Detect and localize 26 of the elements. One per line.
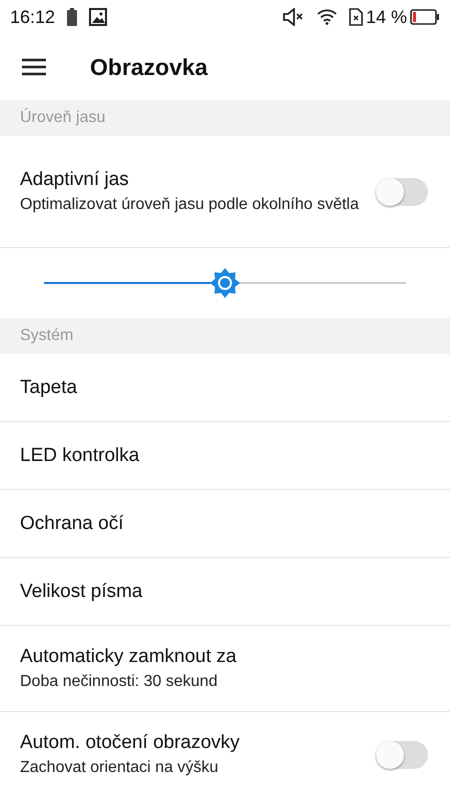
- battery-icon: [67, 8, 78, 26]
- brightness-slider[interactable]: [44, 267, 406, 299]
- battery-percent: 14 %: [366, 6, 407, 28]
- sun-icon[interactable]: [209, 267, 241, 299]
- setting-title[interactable]: Automaticky zamknout za: [20, 646, 360, 668]
- battery-icon: [410, 9, 440, 25]
- image-icon: [89, 8, 108, 26]
- screen-title: Obrazovka: [90, 54, 208, 80]
- setting-title[interactable]: LED kontrolka: [20, 444, 360, 466]
- setting-summary: Optimalizovat úroveň jasu podle okolního světla: [20, 194, 360, 214]
- setting-title[interactable]: Adaptivní jas: [20, 168, 360, 190]
- clock: 16:12: [10, 6, 56, 28]
- mute-icon: [282, 8, 305, 26]
- section-header: Úroveň jasu: [20, 109, 106, 127]
- setting-title[interactable]: Ochrana očí: [20, 512, 360, 534]
- setting-summary: Doba nečinnosti: 30 sekund: [20, 672, 218, 692]
- toggle-switch[interactable]: [376, 178, 428, 206]
- setting-title[interactable]: Autom. otočení obrazovky: [20, 732, 360, 754]
- toggle-switch[interactable]: [376, 741, 428, 769]
- sim-icon: [348, 8, 363, 26]
- setting-title[interactable]: Velikost písma: [20, 580, 360, 602]
- menu-icon[interactable]: [22, 58, 46, 76]
- section-header: Systém: [20, 327, 74, 345]
- setting-summary: Zachovat orientaci na výšku: [20, 758, 220, 778]
- setting-title[interactable]: Tapeta: [20, 376, 360, 398]
- wifi-icon: [316, 9, 337, 25]
